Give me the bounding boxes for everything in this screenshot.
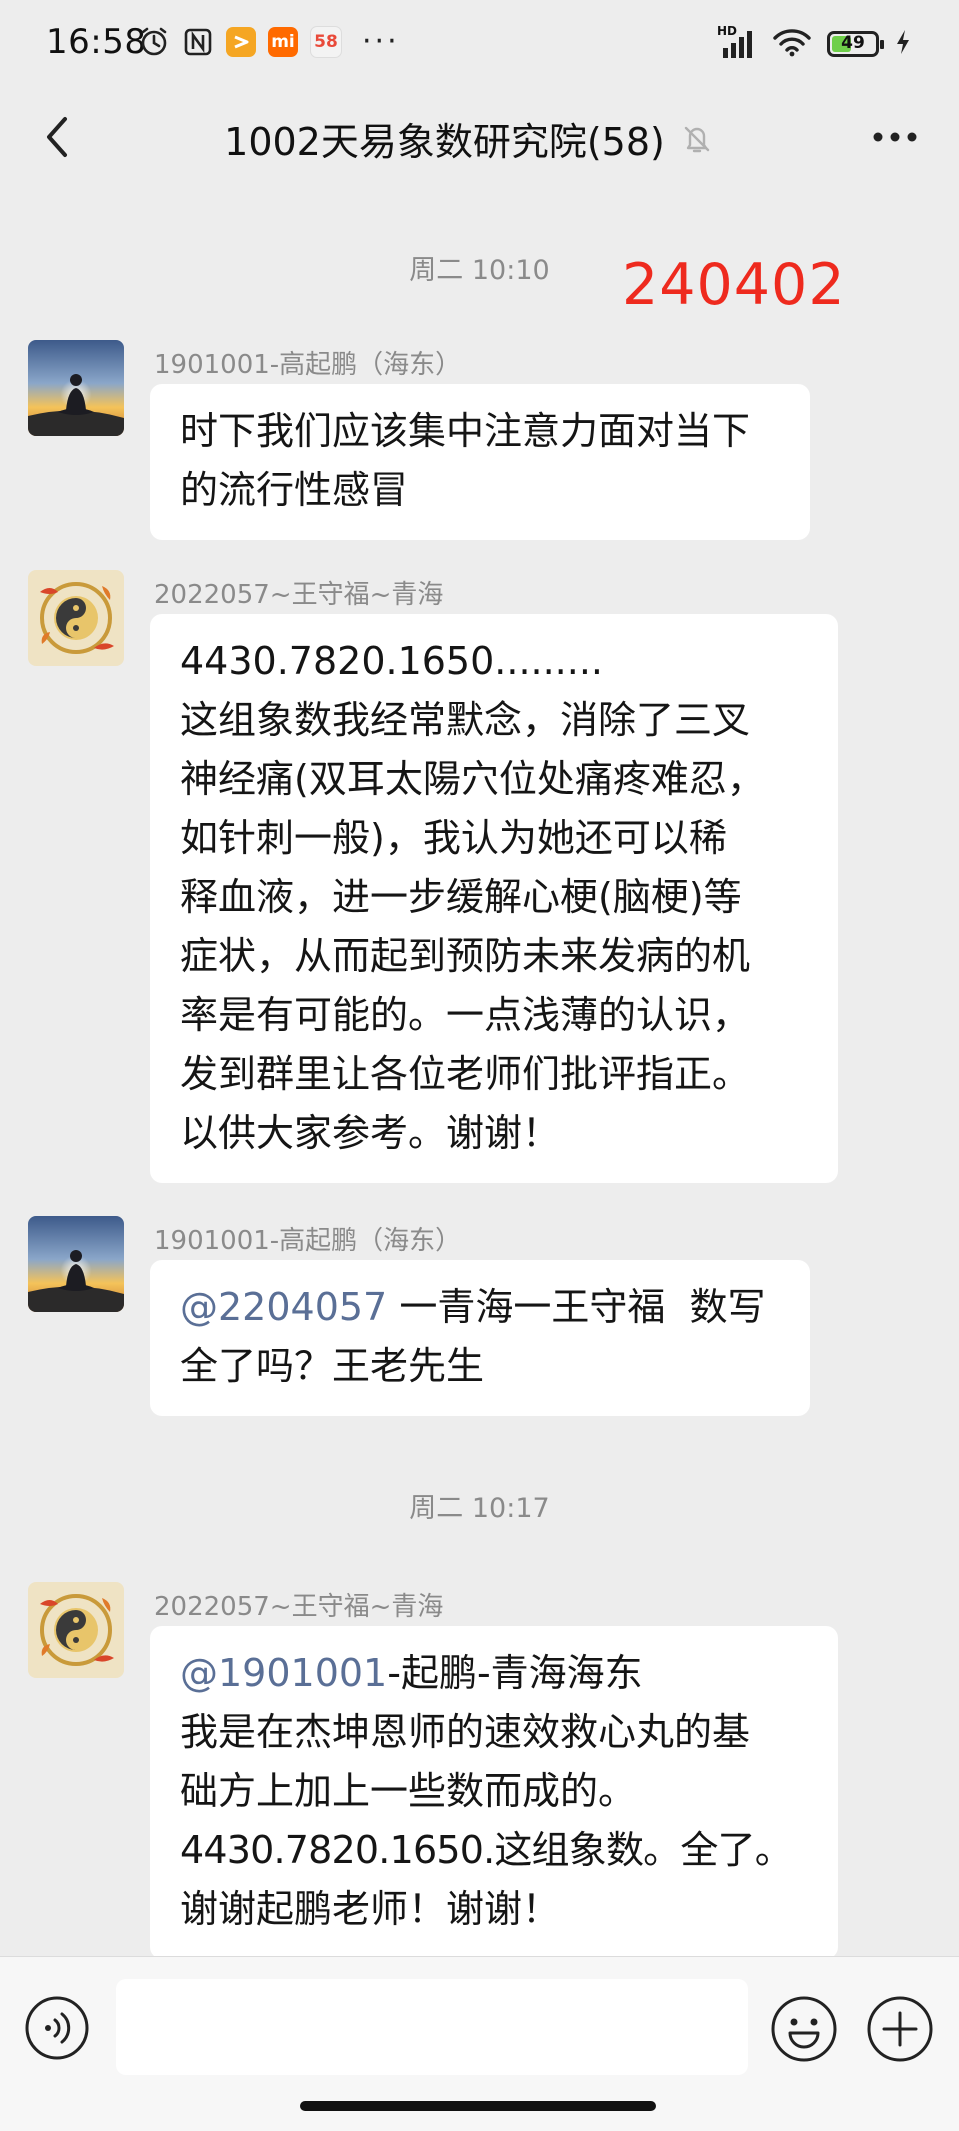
sender-name: 2022057~王守福~青海 (154, 1592, 444, 1622)
message-line: 率是有可能的。一点浅薄的认识， (180, 993, 751, 1037)
message-line: @1901001-起鹏-青海海东 (180, 1644, 812, 1703)
battery-level: 49 (841, 33, 865, 53)
group-title: 1002天易象数研究院(58) (224, 119, 665, 164)
date-stamp-annotation: 240402 (622, 252, 846, 318)
mention-rest: 一青海一王守福 数写 (387, 1285, 766, 1329)
mention-link[interactable]: @1901001 (180, 1651, 387, 1695)
message-bubble[interactable]: 时下我们应该集中注意力面对当下 的流行性感冒 (150, 384, 810, 540)
emoji-button[interactable] (770, 1995, 838, 2063)
message-bubble[interactable]: 4430.7820.1650......... 这组象数我经常默念，消除了三叉 … (150, 614, 838, 1183)
message-line: 以供大家参考。谢谢！ (180, 1111, 561, 1155)
koi-yin-yang-avatar[interactable] (28, 1582, 124, 1678)
nfc-icon (182, 26, 214, 58)
more-button[interactable] (867, 112, 923, 162)
message-line: 时下我们应该集中注意力面对当下 (180, 409, 751, 453)
mention-rest: -起鹏-青海海东 (387, 1651, 643, 1695)
chevron-left-icon (47, 117, 67, 157)
plus-circle-icon (867, 1996, 933, 2062)
58-app-icon: 58 (310, 26, 342, 58)
mi-app-icon: mi (268, 27, 298, 57)
wifi-icon (773, 27, 811, 61)
signal-icon: HD (717, 24, 757, 60)
more-notifications-icon: ··· (362, 24, 400, 59)
message-line: 全了吗？王老先生 (180, 1344, 485, 1388)
battery-icon: 49 (827, 31, 884, 57)
message-line: 4430.7820.1650......... (180, 639, 603, 683)
more-horizontal-icon (873, 132, 917, 142)
voice-button[interactable] (24, 1995, 90, 2061)
time-separator: 周二 10:17 (409, 1493, 550, 1524)
status-time: 16:58 (46, 22, 147, 62)
chat-area[interactable]: 周二 10:10 240402 1901001-高起鹏（海东） 时下我们应该集中… (0, 188, 959, 1956)
message-bubble[interactable]: @2204057 一青海一王守福 数写 全了吗？王老先生 (150, 1260, 810, 1416)
sender-name: 2022057~王守福~青海 (154, 580, 444, 610)
message-line: 谢谢起鹏老师！谢谢！ (180, 1887, 561, 1931)
message-bubble[interactable]: @1901001-起鹏-青海海东 我是在杰坤恩师的速效救心丸的基 础方上加上一些… (150, 1626, 838, 1956)
status-icons: mi 58 ··· (138, 22, 400, 62)
bell-off-icon (684, 126, 710, 153)
meditation-sunset-avatar[interactable] (28, 340, 124, 436)
chat-header: 1002天易象数研究院(58) (0, 88, 959, 188)
message-line: 发到群里让各位老师们批评指正。 (180, 1052, 751, 1096)
back-button[interactable] (30, 110, 84, 164)
message-line: 的流行性感冒 (180, 468, 409, 512)
meditation-sunset-avatar[interactable] (28, 1216, 124, 1312)
message-line: 释血液，进一步缓解心梗(脑梗)等 (180, 875, 742, 919)
sender-name: 1901001-高起鹏（海东） (154, 350, 462, 380)
message-item: 1901001-高起鹏（海东） 时下我们应该集中注意力面对当下 的流行性感冒 (28, 340, 828, 550)
battery-cap (880, 40, 884, 49)
message-line: 我是在杰坤恩师的速效救心丸的基 (180, 1710, 751, 1754)
yi-app-icon (226, 27, 256, 57)
more-functions-button[interactable] (866, 1995, 934, 2063)
message-item: 2022057~王守福~青海 @1901001-起鹏-青海海东 我是在杰坤恩师的… (28, 1582, 838, 1956)
charging-icon (895, 29, 911, 59)
home-indicator[interactable] (300, 2101, 656, 2111)
status-bar: 16:58 mi 58 ··· HD 49 (0, 0, 959, 88)
message-line: 4430.7820.1650.这组象数。全了。 (180, 1828, 793, 1872)
message-item: 2022057~王守福~青海 4430.7820.1650......... 这… (28, 570, 838, 1183)
status-right: HD 49 (717, 24, 911, 62)
message-line: 这组象数我经常默念，消除了三叉 (180, 698, 751, 742)
message-item: 1901001-高起鹏（海东） @2204057 一青海一王守福 数写 全了吗？… (28, 1216, 828, 1426)
message-line: 如针刺一般)，我认为她还可以稀 (180, 816, 727, 860)
koi-yin-yang-avatar[interactable] (28, 570, 124, 666)
message-line: 神经痛(双耳太陽穴位处痛疼难忍， (180, 757, 765, 801)
message-input[interactable] (116, 1979, 748, 2075)
sender-name: 1901001-高起鹏（海东） (154, 1226, 462, 1256)
message-line: 础方上加上一些数而成的。 (180, 1769, 637, 1813)
input-bar (0, 1956, 959, 2131)
title-area: 1002天易象数研究院(58) (120, 106, 819, 170)
message-line: @2204057 一青海一王守福 数写 (180, 1278, 784, 1337)
message-line: 症状，从而起到预防未来发病的机 (180, 934, 751, 978)
emoji-icon (771, 1996, 837, 2062)
mention-link[interactable]: @2204057 (180, 1285, 387, 1329)
voice-icon (25, 1996, 89, 2060)
alarm-clock-icon (138, 26, 170, 58)
